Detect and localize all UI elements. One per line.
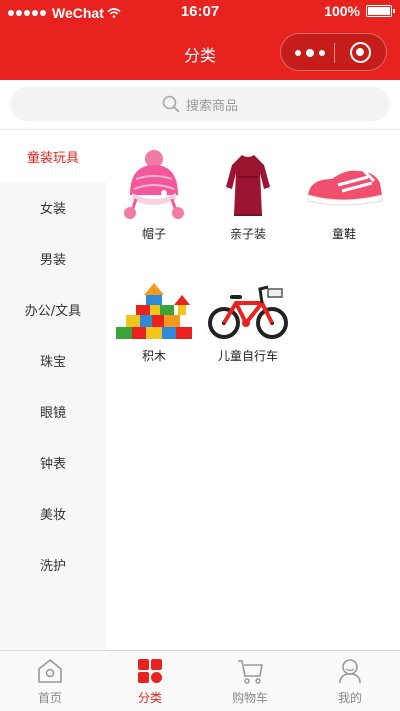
product-grid: 帽子 亲子装 童鞋 积木 儿童自行车: [106, 131, 400, 650]
more-icon[interactable]: [295, 47, 325, 59]
knit-hat-icon: [124, 150, 184, 219]
sidebar-item-label: 洗护: [39, 559, 66, 574]
sidebar-item-label: 女装: [39, 202, 66, 217]
search-placeholder: 搜索商品: [185, 98, 238, 114]
search-input[interactable]: 搜索商品: [10, 87, 390, 121]
tab-home[interactable]: 首页: [0, 651, 100, 711]
product-name: 帽子: [141, 227, 166, 241]
tab-category[interactable]: 分类: [100, 651, 200, 711]
profile-icon: [339, 659, 361, 684]
product-item[interactable]: 积木: [106, 281, 202, 364]
tab-profile[interactable]: 我的: [300, 651, 400, 711]
product-item[interactable]: 帽子: [106, 149, 202, 242]
cart-icon: [238, 660, 263, 684]
product-name: 积木: [141, 349, 166, 363]
sidebar-item-label: 美妆: [39, 508, 66, 523]
search-icon: [162, 95, 180, 113]
search-bar: 搜索商品: [0, 80, 400, 130]
dress-icon: [226, 155, 270, 216]
sidebar-item-kids-toys[interactable]: 童装玩具: [0, 131, 106, 182]
product-name: 儿童自行车: [217, 349, 278, 363]
sidebar-item-label: 眼镜: [39, 406, 66, 421]
sidebar-item-care[interactable]: 洗护: [0, 539, 106, 590]
bottom-tab-bar: 首页 分类 购物车 我的: [0, 650, 400, 711]
header: WeChat 16:07 100% 分类: [0, 0, 400, 80]
battery-icon: [366, 5, 395, 17]
kids-bike-icon: [208, 285, 288, 339]
kids-shoe-icon: [307, 169, 383, 206]
product-item[interactable]: 童鞋: [296, 149, 392, 242]
product-name: 亲子装: [229, 227, 266, 241]
tab-label: 首页: [37, 691, 62, 705]
tab-label: 购物车: [231, 691, 268, 705]
sidebar-item-mens[interactable]: 男装: [0, 233, 106, 284]
sidebar-item-makeup[interactable]: 美妆: [0, 488, 106, 539]
battery-indicator: 100%: [324, 3, 395, 19]
sidebar-item-label: 钟表: [39, 457, 66, 472]
sidebar-item-label: 童装玩具: [26, 151, 79, 166]
capsule-divider: [334, 43, 335, 63]
sidebar-item-label: 办公/文具: [24, 304, 82, 319]
sidebar-item-jewelry[interactable]: 珠宝: [0, 335, 106, 386]
product-name: 童鞋: [331, 227, 356, 241]
product-item[interactable]: 儿童自行车: [200, 281, 296, 364]
sidebar-item-label: 男装: [39, 253, 66, 268]
tab-cart[interactable]: 购物车: [200, 651, 300, 711]
category-sidebar: 童装玩具 女装 男装 办公/文具 珠宝 眼镜 钟表 美妆 洗护: [0, 131, 106, 650]
sidebar-item-watches[interactable]: 钟表: [0, 437, 106, 488]
status-bar: WeChat 16:07 100%: [0, 0, 400, 24]
miniprogram-capsule: [280, 33, 387, 71]
tab-label: 分类: [137, 691, 162, 705]
sidebar-item-label: 珠宝: [39, 355, 66, 370]
home-icon: [38, 658, 62, 683]
battery-percent: 100%: [324, 3, 360, 19]
product-item[interactable]: 亲子装: [200, 149, 296, 242]
close-miniprogram-icon[interactable]: [350, 42, 371, 63]
category-icon: [138, 659, 162, 683]
sidebar-item-office[interactable]: 办公/文具: [0, 284, 106, 335]
tab-label: 我的: [337, 691, 362, 705]
building-blocks-icon: [116, 283, 192, 339]
sidebar-item-glasses[interactable]: 眼镜: [0, 386, 106, 437]
sidebar-item-womens[interactable]: 女装: [0, 182, 106, 233]
page: WeChat 16:07 100% 分类 搜索商品 童装玩具 女装 男装 办公/…: [0, 0, 400, 711]
